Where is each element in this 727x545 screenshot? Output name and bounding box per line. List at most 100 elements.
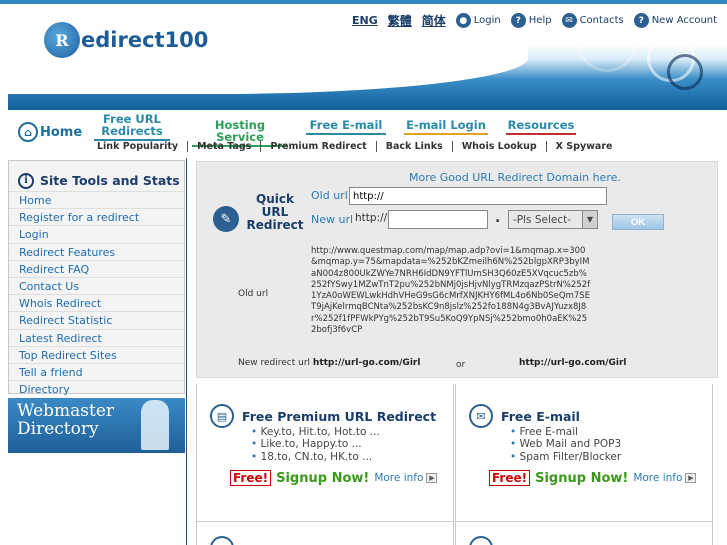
tab-underline — [506, 133, 576, 135]
sidebar-item-whois-redirect[interactable]: Whois Redirect — [9, 294, 184, 311]
email-footer: Free! Signup Now! More info ▶ — [489, 470, 697, 486]
person-icon — [141, 400, 169, 450]
login-link[interactable]: ● Login — [455, 13, 501, 28]
contacts-icon: ✉ — [561, 13, 577, 28]
login-link-label: Login — [473, 15, 501, 26]
free-badge: Free! — [489, 470, 531, 486]
sidebar-item-redirect-faq[interactable]: Redirect FAQ — [9, 259, 184, 277]
title-line-3: Redirect — [246, 218, 304, 232]
tab-resources-label: Resources — [507, 118, 575, 132]
lang-simplified-link[interactable]: 简体 — [422, 12, 446, 29]
logo-mark-icon: R — [44, 22, 80, 58]
logo[interactable]: R edirect100 — [44, 22, 208, 58]
email-icon: ✉ — [469, 404, 493, 428]
free-email-title: ✉ Free E-mail — [469, 404, 580, 428]
tab-free-email[interactable]: Free E-mail — [306, 119, 386, 135]
premium-icon: ▤ — [210, 404, 234, 428]
premium-bullets: Key.to, Hit.to, Hot.to ... Like.to, Happ… — [251, 426, 380, 463]
domain-dot: . — [495, 210, 501, 226]
new-account-link-label: New Account — [651, 15, 718, 26]
list-item: Web Mail and POP3 — [510, 438, 622, 450]
sidebar-title-text: Site Tools and Stats — [40, 173, 180, 188]
domain-select[interactable]: -Pls Select- ▼ — [508, 210, 598, 229]
lang-traditional-link[interactable]: 繁體 — [388, 12, 412, 29]
user-icon: ● — [455, 13, 471, 28]
box-icon-partial — [210, 536, 234, 545]
premium-footer: Free! Signup Now! More info ▶ — [230, 470, 438, 486]
arrow-right-icon: ▶ — [685, 473, 697, 483]
tab-free-email-label: Free E-mail — [309, 118, 383, 132]
sub-nav: Link Popularity Meta Tags Premium Redire… — [88, 141, 621, 152]
quick-redirect-panel: More Good URL Redirect Domain here. ✎ Qu… — [196, 161, 718, 378]
main-content: More Good URL Redirect Domain here. ✎ Qu… — [187, 158, 727, 545]
tab-free-url-redirects[interactable]: Free URL Redirects — [94, 113, 170, 141]
old-url-input[interactable] — [349, 187, 607, 205]
premium-signup-link[interactable]: Signup Now! — [276, 471, 369, 486]
sidebar-item-contact-us[interactable]: Contact Us — [9, 276, 184, 294]
list-item: Free E-mail — [510, 426, 621, 438]
sidebar-item-redirect-statistic[interactable]: Redirect Statistic — [9, 311, 184, 328]
contacts-link-label: Contacts — [579, 15, 624, 26]
or-label: or — [456, 360, 466, 370]
contacts-link[interactable]: ✉ Contacts — [561, 13, 624, 28]
ok-button[interactable]: OK — [612, 214, 664, 230]
new-url-caption: New redirect url — [238, 358, 311, 368]
next-box-right — [455, 522, 713, 545]
subnav-x-spyware[interactable]: X Spyware — [547, 141, 622, 152]
new-url-input[interactable] — [388, 210, 488, 229]
list-item: Spam Filter/Blocker — [510, 451, 622, 463]
more-domains-link[interactable]: More Good URL Redirect Domain here. — [409, 171, 621, 184]
help-link[interactable]: ? Help — [510, 13, 552, 28]
email-signup-link[interactable]: Signup Now! — [535, 471, 628, 486]
list-item: Like.to, Happy.to ... — [251, 438, 380, 450]
tab-underline — [306, 133, 386, 135]
email-more-info-link[interactable]: More info ▶ — [633, 472, 697, 484]
subnav-back-links[interactable]: Back Links — [377, 141, 453, 152]
sidebar-item-latest-redirect[interactable]: Latest Redirect — [9, 328, 184, 346]
new-account-icon: ? — [633, 13, 649, 28]
quick-redirect-title: Quick URL Redirect — [245, 193, 305, 232]
tab-resources[interactable]: Resources — [506, 119, 576, 135]
info-icon: i — [18, 172, 34, 189]
webmaster-directory-banner[interactable]: Webmaster Directory — [8, 398, 185, 453]
sidebar: i Site Tools and Stats Home Register for… — [8, 158, 194, 545]
sidebar-item-home[interactable]: Home — [9, 191, 184, 208]
sidebar-item-register[interactable]: Register for a redirect — [9, 208, 184, 225]
new-url-example-row: New redirect url http://url-go.com/Girl … — [238, 358, 718, 370]
sidebar-list: Home Register for a redirect Login Redir… — [9, 191, 184, 397]
subnav-premium-redirect[interactable]: Premium Redirect — [261, 141, 377, 152]
subnav-meta-tags[interactable]: Meta Tags — [188, 141, 262, 152]
new-url-prefix: http:// — [355, 212, 388, 224]
premium-more-info-link[interactable]: More info ▶ — [374, 472, 438, 484]
home-icon: ⌂ — [18, 122, 38, 142]
site-header: R edirect100 ENG 繁體 简体 ● Login ? Help ✉ Con… — [8, 4, 727, 110]
new-account-link[interactable]: ? New Account — [633, 13, 718, 28]
help-link-label: Help — [528, 15, 552, 26]
premium-redirect-box: ▤ Free Premium URL Redirect Key.to, Hit.… — [196, 384, 454, 522]
lang-eng-link[interactable]: ENG — [352, 14, 378, 27]
edit-icon: ✎ — [213, 206, 239, 232]
subnav-link-popularity[interactable]: Link Popularity — [88, 141, 189, 152]
tab-email-login[interactable]: E-mail Login — [404, 119, 488, 135]
top-links: ENG 繁體 简体 ● Login ? Help ✉ Contacts ? New Ac… — [352, 12, 717, 29]
email-title-text: Free E-mail — [501, 408, 580, 424]
help-icon: ? — [510, 13, 526, 28]
chevron-down-icon: ▼ — [582, 211, 597, 228]
old-url-caption: Old url — [238, 289, 269, 299]
next-box-left — [196, 522, 454, 545]
old-url-label: Old url — [311, 189, 348, 202]
sidebar-title: i Site Tools and Stats — [9, 161, 184, 191]
subnav-whois-lookup[interactable]: Whois Lookup — [453, 141, 547, 152]
sidebar-item-top-redirect-sites[interactable]: Top Redirect Sites — [9, 345, 184, 363]
tab-underline — [404, 133, 488, 135]
sidebar-item-redirect-features[interactable]: Redirect Features — [9, 242, 184, 260]
premium-redirect-title: ▤ Free Premium URL Redirect — [210, 404, 436, 428]
more-info-label: More info — [633, 472, 683, 484]
arrow-right-icon: ▶ — [426, 473, 438, 483]
free-badge: Free! — [230, 470, 272, 486]
sidebar-item-login[interactable]: Login — [9, 225, 184, 242]
nav-home[interactable]: ⌂ Home — [18, 122, 82, 142]
sidebar-item-tell-a-friend[interactable]: Tell a friend — [9, 362, 184, 380]
domain-select-value: -Pls Select- — [513, 213, 572, 226]
sidebar-item-directory[interactable]: Directory — [9, 380, 184, 397]
